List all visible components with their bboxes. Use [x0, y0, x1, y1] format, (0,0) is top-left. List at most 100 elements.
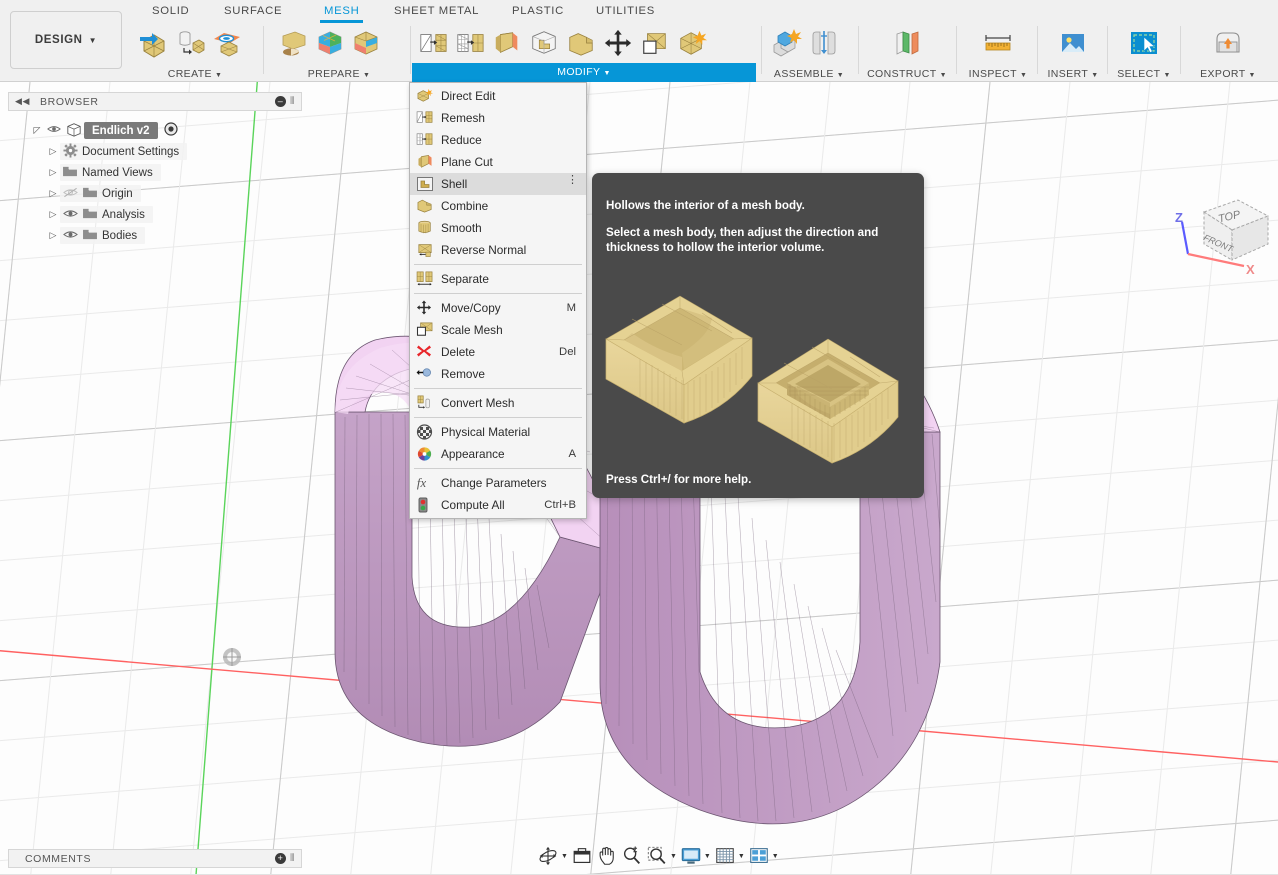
menu-item-delete[interactable]: Delete Del — [410, 341, 586, 363]
viewports-button[interactable]: ▼ — [747, 845, 780, 867]
look-at-button[interactable] — [570, 845, 594, 867]
shell-preview-illustration — [592, 283, 924, 468]
radio-active-icon[interactable] — [164, 122, 178, 139]
erase-and-fill-icon[interactable] — [278, 27, 310, 59]
ribbon-group-insert-label[interactable]: INSERT▼ — [1040, 68, 1106, 80]
design-workspace-button[interactable]: DESIGN ▼ — [10, 11, 122, 69]
browser-item-named-views[interactable]: ▷ Named Views — [8, 162, 302, 183]
browser-panel-header[interactable]: ◀◀ BROWSER – ⦀ — [8, 92, 302, 111]
panel-grip-icon[interactable]: ⦀ — [290, 853, 295, 864]
menu-item-label: Appearance — [441, 447, 568, 461]
tab-sheet-metal[interactable]: SHEET METAL — [390, 3, 483, 19]
joint-icon[interactable] — [808, 27, 840, 59]
remesh-icon — [416, 110, 436, 126]
menu-item-remove[interactable]: Remove — [410, 363, 586, 385]
export-icon[interactable] — [1212, 27, 1244, 59]
comments-panel-header[interactable]: COMMENTS + ⦀ — [8, 849, 302, 868]
menu-item-shell[interactable]: Shell ⋮ — [410, 173, 586, 195]
minus-circle-icon[interactable]: – — [275, 96, 286, 107]
measure-icon[interactable] — [982, 27, 1014, 59]
menu-item-move-copy[interactable]: Move/Copy M — [410, 297, 586, 319]
create-mesh-icon[interactable] — [138, 27, 170, 59]
offset-plane-icon[interactable] — [891, 27, 923, 59]
direct-edit-icon[interactable] — [677, 27, 707, 59]
tab-plastic[interactable]: PLASTIC — [508, 3, 568, 19]
folder-icon — [80, 228, 100, 244]
menu-item-reverse-normal[interactable]: Reverse Normal — [410, 239, 586, 261]
grid-snaps-button[interactable]: ▼ — [713, 845, 746, 867]
chevron-down-icon: ▼ — [89, 36, 98, 45]
menu-item-reduce[interactable]: Reduce — [410, 129, 586, 151]
collapse-left-icon[interactable]: ◀◀ — [15, 96, 30, 107]
menu-item-plane-cut[interactable]: Plane Cut — [410, 151, 586, 173]
zoom-button[interactable] — [620, 845, 644, 867]
browser-item-bodies[interactable]: ▷ Bodies — [8, 225, 302, 246]
eye-visible-icon[interactable] — [44, 124, 64, 137]
shell-icon[interactable] — [529, 27, 559, 59]
menu-item-compute-all[interactable]: Compute All Ctrl+B — [410, 494, 586, 516]
ribbon-group-assemble-label[interactable]: ASSEMBLE▼ — [764, 68, 854, 80]
scale-mesh-icon[interactable] — [640, 27, 670, 59]
open-box-right — [758, 339, 898, 463]
menu-item-change-parameters[interactable]: fx Change Parameters — [410, 472, 586, 494]
expand-arrow-icon[interactable]: ▷ — [46, 146, 60, 157]
ribbon-group-inspect-label[interactable]: INSPECT▼ — [960, 68, 1036, 80]
ribbon-group-create-label[interactable]: CREATE▼ — [132, 68, 258, 80]
mesh-plane-icon[interactable] — [210, 27, 242, 59]
menu-item-remesh[interactable]: Remesh — [410, 107, 586, 129]
move-copy-icon[interactable] — [603, 27, 633, 59]
combine-icon[interactable] — [566, 27, 596, 59]
display-settings-button[interactable]: ▼ — [679, 845, 712, 867]
menu-item-direct-edit[interactable]: Direct Edit — [410, 85, 586, 107]
menu-item-combine[interactable]: Combine — [410, 195, 586, 217]
origin-marker — [223, 648, 241, 666]
eye-hidden-icon[interactable] — [60, 187, 80, 201]
ribbon-group-select-label[interactable]: SELECT▼ — [1110, 68, 1178, 80]
browser-item-origin[interactable]: ▷ Origin — [8, 183, 302, 204]
reduce-icon[interactable] — [455, 27, 485, 59]
browser-root-row[interactable]: ◸ Endlich v2 — [8, 120, 302, 141]
expand-arrow-icon[interactable]: ▷ — [46, 167, 60, 178]
menu-item-separate[interactable]: Separate — [410, 268, 586, 290]
chevron-down-icon: ▼ — [670, 853, 677, 860]
repair-mesh-icon[interactable] — [314, 27, 346, 59]
make-closed-mesh-icon[interactable] — [350, 27, 382, 59]
browser-item-document-settings[interactable]: ▷ Document Settings — [8, 141, 302, 162]
z-axis-label: Z — [1175, 210, 1183, 225]
expand-arrow-icon[interactable]: ▷ — [46, 230, 60, 241]
tab-mesh[interactable]: MESH — [320, 3, 363, 19]
tab-solid[interactable]: SOLID — [148, 3, 193, 19]
mesh-from-solid-icon[interactable] — [174, 27, 206, 59]
browser-item-analysis[interactable]: ▷ Analysis — [8, 204, 302, 225]
insert-image-icon[interactable] — [1057, 27, 1089, 59]
browser-root-label[interactable]: Endlich v2 — [84, 122, 158, 139]
chevron-down-icon: ▼ — [837, 72, 844, 79]
panel-grip-icon[interactable]: ⦀ — [290, 96, 295, 107]
ribbon-group-prepare-label[interactable]: PREPARE▼ — [272, 68, 406, 80]
select-window-icon[interactable] — [1128, 27, 1160, 59]
menu-item-scale-mesh[interactable]: Scale Mesh — [410, 319, 586, 341]
menu-item-physical-material[interactable]: Physical Material — [410, 421, 586, 443]
ribbon-group-construct-label[interactable]: CONSTRUCT▼ — [862, 68, 952, 80]
new-component-icon[interactable] — [770, 27, 802, 59]
orbit-button[interactable]: ▼ — [536, 845, 569, 867]
expand-arrow-icon[interactable]: ▷ — [46, 188, 60, 199]
collapse-arrow-icon[interactable]: ◸ — [30, 125, 44, 136]
ribbon-group-export-label[interactable]: EXPORT▼ — [1183, 68, 1273, 80]
menu-item-appearance[interactable]: Appearance A — [410, 443, 586, 465]
tab-surface[interactable]: SURFACE — [220, 3, 286, 19]
pan-button[interactable] — [595, 845, 619, 867]
tab-utilities[interactable]: UTILITIES — [592, 3, 659, 19]
view-cube[interactable]: TOP FRONT Z X — [1160, 182, 1278, 292]
menu-item-convert-mesh[interactable]: Convert Mesh — [410, 392, 586, 414]
plane-cut-icon[interactable] — [492, 27, 522, 59]
eye-visible-icon[interactable] — [60, 229, 80, 243]
remesh-icon[interactable] — [418, 27, 448, 59]
menu-item-smooth[interactable]: Smooth — [410, 217, 586, 239]
eye-visible-icon[interactable] — [60, 208, 80, 222]
ribbon-group-modify-label[interactable]: MODIFY▼ — [412, 63, 756, 82]
more-options-icon[interactable]: ⋮ — [567, 177, 578, 184]
zoom-window-button[interactable]: ▼ — [645, 845, 678, 867]
plus-circle-icon[interactable]: + — [275, 853, 286, 864]
expand-arrow-icon[interactable]: ▷ — [46, 209, 60, 220]
